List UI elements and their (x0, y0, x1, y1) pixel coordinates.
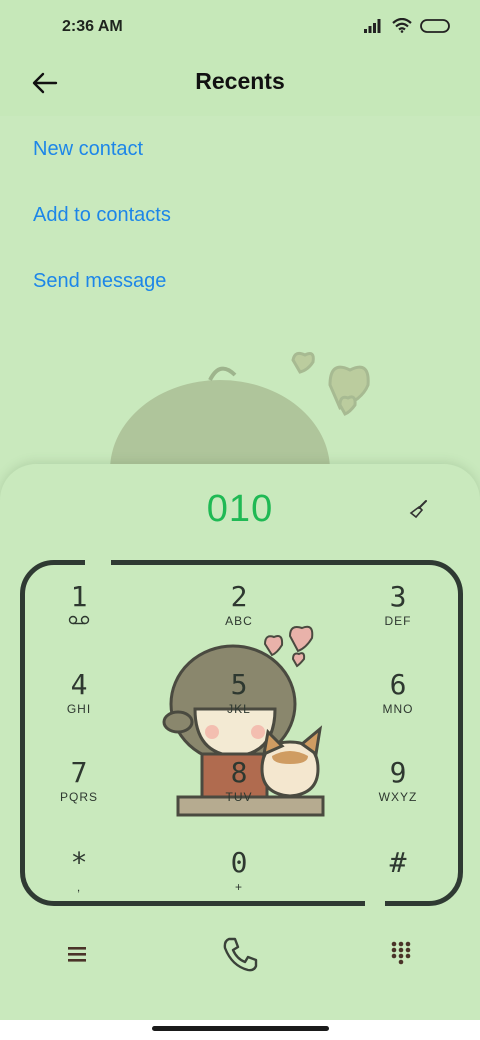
clear-button[interactable] (408, 498, 430, 520)
key-6-digit: 6 (389, 668, 407, 701)
action-list: New contact Add to contacts Send message (0, 116, 480, 314)
key-9[interactable]: 9 WXYZ (348, 758, 448, 838)
send-message-link[interactable]: Send message (0, 248, 480, 314)
menu-button[interactable] (66, 944, 90, 964)
key-2[interactable]: 2 ABC (189, 582, 289, 662)
key-3-digit: 3 (389, 580, 407, 613)
key-8-letters: TUV (225, 790, 253, 804)
phone-icon (223, 937, 258, 972)
key-0-digit: 0 (230, 846, 248, 879)
key-9-letters: WXYZ (378, 790, 418, 804)
key-0-sub: + (234, 880, 243, 894)
key-star-symbol: * (70, 846, 88, 879)
key-0[interactable]: 0 + (189, 848, 289, 928)
system-nav-bar (0, 1020, 480, 1040)
wifi-icon (392, 18, 412, 33)
broom-icon (409, 500, 427, 519)
key-7-digit: 7 (70, 756, 88, 789)
key-5[interactable]: 5 JKL (189, 670, 289, 750)
home-indicator[interactable] (152, 1026, 329, 1031)
key-7[interactable]: 7 PQRS (29, 758, 129, 838)
dialer-bottom-bar (0, 930, 480, 980)
key-8-digit: 8 (230, 756, 248, 789)
key-1-digit: 1 (70, 580, 88, 613)
page-title: Recents (195, 68, 285, 94)
status-bar: 2:36 AM (0, 0, 480, 56)
battery-icon (420, 18, 450, 33)
key-9-digit: 9 (389, 756, 407, 789)
signal-icon (364, 18, 381, 33)
frame-gap-top (85, 559, 111, 567)
key-7-letters: PQRS (59, 790, 98, 804)
voicemail-icon (68, 615, 90, 625)
key-5-letters: JKL (227, 702, 251, 716)
menu-icon (68, 947, 86, 962)
dialpad-toggle-button[interactable] (390, 940, 412, 966)
key-3[interactable]: 3 DEF (348, 582, 448, 662)
key-2-letters: ABC (225, 614, 253, 628)
key-4-letters: GHI (66, 702, 92, 716)
key-8[interactable]: 8 TUV (189, 758, 289, 838)
key-6[interactable]: 6 MNO (348, 670, 448, 750)
key-2-digit: 2 (230, 580, 248, 613)
new-contact-link[interactable]: New contact (0, 116, 480, 182)
key-5-digit: 5 (230, 668, 248, 701)
dialpad-icon (391, 941, 411, 965)
key-4-digit: 4 (70, 668, 88, 701)
key-3-letters: DEF (384, 614, 412, 628)
key-star-sub: , (76, 880, 82, 894)
key-hash[interactable]: # (348, 848, 448, 928)
key-4[interactable]: 4 GHI (29, 670, 129, 750)
call-button[interactable] (220, 934, 260, 974)
status-icons (364, 18, 450, 33)
key-6-letters: MNO (382, 702, 414, 716)
key-1[interactable]: 1 (29, 582, 129, 662)
dial-panel: 010 1 2 ABC 3 DEF 4 GHI 5 JKL 6 MNO 7 PQ… (0, 464, 480, 1040)
header: Recents (0, 56, 480, 116)
key-star[interactable]: * , (29, 848, 129, 928)
add-to-contacts-link[interactable]: Add to contacts (0, 182, 480, 248)
status-time: 2:36 AM (62, 18, 123, 35)
key-hash-symbol: # (389, 846, 407, 879)
